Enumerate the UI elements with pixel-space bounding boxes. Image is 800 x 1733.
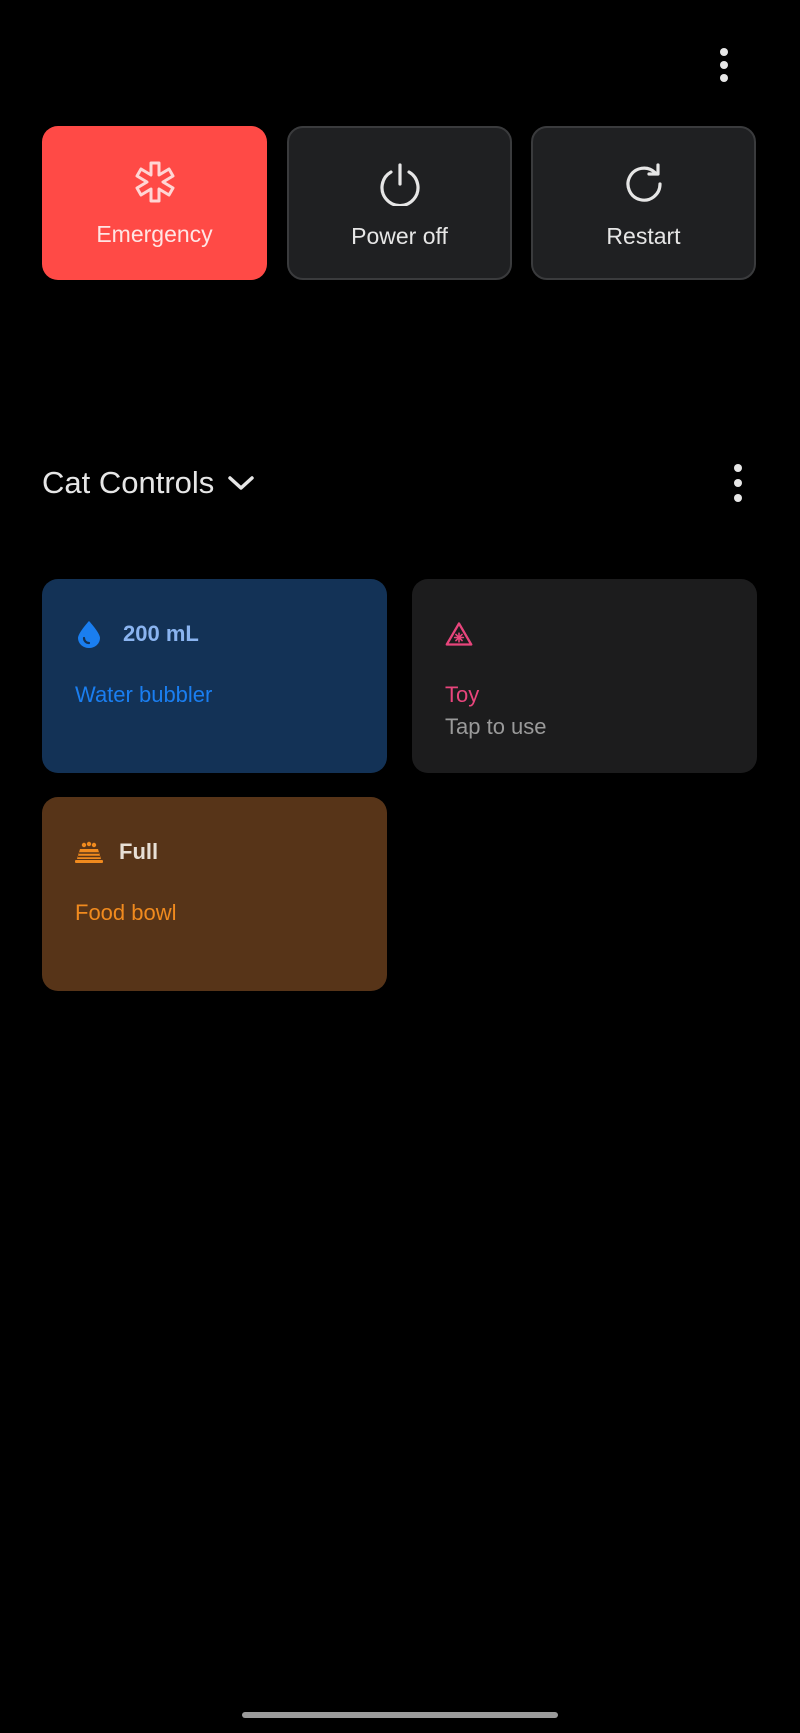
emergency-label: Emergency	[96, 221, 213, 247]
power-off-label: Power off	[351, 223, 448, 249]
restart-label: Restart	[606, 223, 681, 249]
power-icon	[378, 162, 422, 206]
power-off-button[interactable]: Power off	[287, 126, 512, 280]
power-menu: Emergency Power off Restart	[42, 126, 758, 280]
food-bowl-icon	[75, 838, 103, 866]
section-title: Cat Controls	[42, 465, 215, 500]
water-drop-icon	[75, 620, 103, 648]
controls-selector[interactable]: Cat Controls	[42, 458, 255, 508]
chevron-down-icon	[228, 475, 255, 491]
water-bubbler-label: Water bubbler	[75, 682, 213, 707]
laser-warning-icon	[445, 620, 473, 648]
more-vert-icon	[734, 464, 742, 502]
restart-icon	[622, 162, 666, 206]
toy-label: Toy	[445, 682, 480, 707]
overflow-menu-button[interactable]	[704, 40, 744, 90]
controls-menu-button[interactable]	[718, 458, 758, 508]
toy-tile[interactable]: Toy Tap to use	[412, 579, 757, 773]
toy-subtitle: Tap to use	[445, 714, 547, 739]
emergency-star-icon	[133, 160, 177, 204]
home-indicator[interactable]	[242, 1712, 558, 1718]
emergency-button[interactable]: Emergency	[42, 126, 267, 280]
device-controls-header: Cat Controls	[42, 458, 758, 508]
food-bowl-label: Food bowl	[75, 900, 177, 925]
food-bowl-tile[interactable]: Full Food bowl	[42, 797, 387, 991]
restart-button[interactable]: Restart	[531, 126, 756, 280]
water-status: 200 mL	[123, 621, 199, 646]
water-bubbler-tile[interactable]: 200 mL Water bubbler	[42, 579, 387, 773]
food-status: Full	[119, 839, 159, 864]
more-vert-icon	[720, 48, 728, 82]
